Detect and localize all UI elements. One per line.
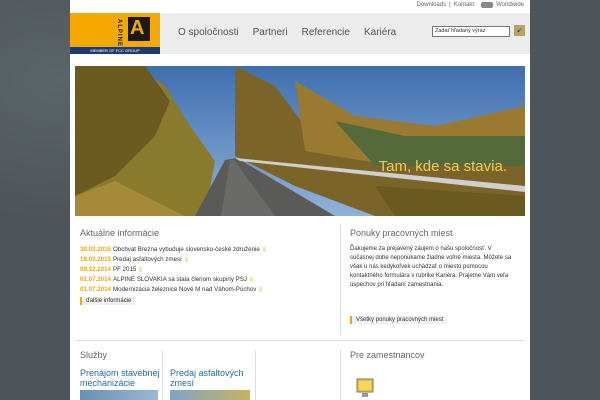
service-asphalt-link[interactable]: Predaj asfaltových zmesí bbox=[170, 368, 250, 388]
downloads-link[interactable]: Downloads bbox=[416, 2, 446, 8]
news-item[interactable]: 30.03.2015 Obchvat Brezna vybuduje sloven… bbox=[80, 245, 335, 255]
services-divider bbox=[255, 350, 256, 400]
logo-member-text: MEMBER OF FCC GROUP bbox=[70, 47, 160, 54]
header: A ALPINE MEMBER OF FCC GROUP O spoločnos… bbox=[70, 13, 530, 54]
nav-item-partners[interactable]: Partneri bbox=[253, 27, 288, 38]
column-divider bbox=[340, 225, 341, 335]
news-arrow-icon bbox=[139, 266, 143, 272]
news-text[interactable]: Predaj asfaltových zmesí bbox=[113, 256, 182, 263]
news-date: 01.07.2014 bbox=[80, 286, 111, 293]
service-asphalt-image[interactable] bbox=[170, 390, 250, 400]
news-item[interactable]: 01.07.2014 ALPINE SLOVAKIA sa stala členo… bbox=[80, 275, 335, 285]
news-item[interactable]: 01.07.2014 Modernizácia železnice Nové M … bbox=[80, 285, 335, 295]
jobs-title: Ponuky pracovných miest bbox=[350, 228, 453, 238]
top-links-separator: | bbox=[449, 2, 451, 8]
search-input[interactable]: Zadať hľadaný výraz bbox=[432, 26, 510, 37]
logo-name: ALPINE bbox=[116, 19, 122, 48]
news-date: 09.12.2014 bbox=[80, 266, 111, 273]
services-title: Služby bbox=[80, 350, 108, 360]
worldwide-link[interactable]: Worldwide bbox=[496, 2, 524, 8]
top-bar: Downloads | Kontakt Worldwide bbox=[70, 0, 530, 13]
jobs-text: Ďakujeme za prejavený záujem o našu spol… bbox=[350, 246, 512, 288]
news-item[interactable]: 18.03.2015 Predaj asfaltových zmesí bbox=[80, 255, 335, 265]
news-list: 30.03.2015 Obchvat Brezna vybuduje sloven… bbox=[80, 245, 335, 295]
computer-icon[interactable] bbox=[355, 378, 375, 398]
nav-item-career[interactable]: Kariéra bbox=[364, 27, 396, 38]
search-button[interactable]: ↙ bbox=[514, 25, 525, 36]
page-container: Downloads | Kontakt Worldwide A ALPINE M… bbox=[70, 0, 530, 400]
logo[interactable]: A ALPINE MEMBER OF FCC GROUP bbox=[70, 13, 160, 54]
hero-caption: Tam, kde sa stavia. bbox=[378, 158, 507, 175]
service-rental-link[interactable]: Prenájom stavebnej mechanizácie bbox=[80, 368, 165, 388]
news-text[interactable]: Obchvat Brezna vybuduje slovensko-české … bbox=[113, 246, 260, 253]
news-text[interactable]: ALPINE SLOVAKIA sa stala členom skupiny … bbox=[113, 276, 247, 283]
news-arrow-icon bbox=[259, 286, 263, 292]
section-divider bbox=[75, 340, 525, 341]
contact-link[interactable]: Kontakt bbox=[454, 2, 474, 8]
hero-banner: Tam, kde sa stavia. bbox=[75, 66, 525, 216]
hero-image bbox=[75, 66, 525, 216]
column-divider bbox=[340, 350, 341, 400]
nav-item-references[interactable]: Referencie bbox=[302, 27, 350, 38]
news-text[interactable]: Modernizácia železnice Nové M nad Váhom-… bbox=[113, 286, 256, 293]
main-nav: O spoločnosti Partneri Referencie Kariér… bbox=[178, 27, 396, 38]
news-arrow-icon bbox=[262, 246, 266, 252]
services-divider bbox=[162, 350, 163, 400]
news-arrow-icon bbox=[249, 276, 253, 282]
news-arrow-icon bbox=[184, 256, 188, 262]
globe-icon bbox=[481, 2, 494, 8]
all-jobs-button[interactable]: Všetky ponuky pracovných miest bbox=[350, 316, 448, 324]
news-title: Aktuálne informácie bbox=[80, 228, 160, 238]
nav-item-company[interactable]: O spoločnosti bbox=[178, 27, 239, 38]
news-item[interactable]: 09.12.2014 PF 2015 bbox=[80, 265, 335, 275]
news-date: 30.03.2015 bbox=[80, 246, 111, 253]
logo-letter: A bbox=[130, 17, 145, 39]
more-news-button[interactable]: ďalšie informácie bbox=[80, 297, 136, 305]
employees-title: Pre zamestnancov bbox=[350, 350, 425, 360]
news-text[interactable]: PF 2015 bbox=[113, 266, 136, 273]
service-rental-image[interactable] bbox=[80, 390, 158, 400]
news-date: 01.07.2014 bbox=[80, 276, 111, 283]
news-date: 18.03.2015 bbox=[80, 256, 111, 263]
top-links: Downloads | Kontakt Worldwide bbox=[416, 2, 524, 8]
